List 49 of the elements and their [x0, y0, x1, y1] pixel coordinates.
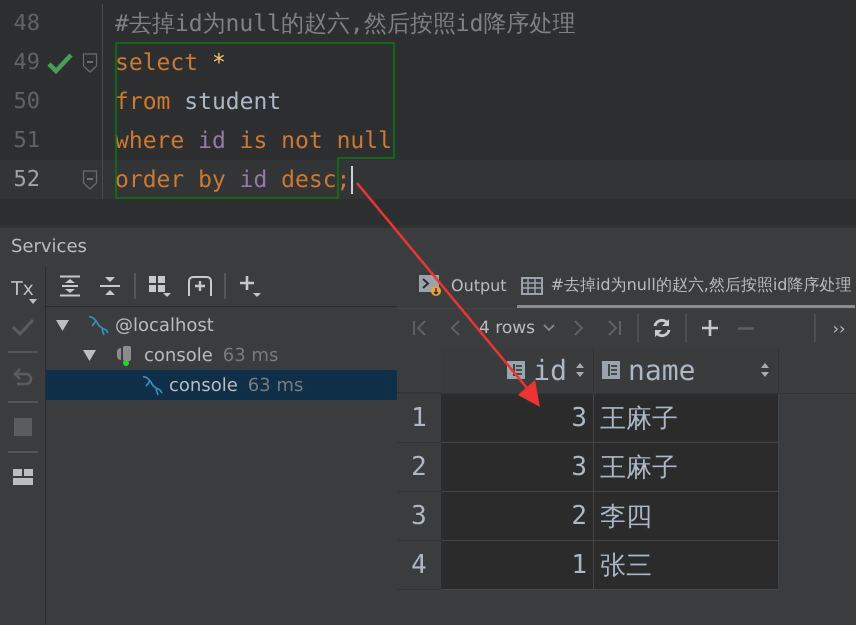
tree-item[interactable]: console 63 ms	[46, 370, 397, 400]
sort-icon[interactable]	[760, 362, 770, 378]
tree-item[interactable]: console 63 ms	[46, 340, 397, 370]
stop-icon	[14, 418, 32, 436]
dolphin-icon	[87, 314, 109, 336]
transaction-mode-button[interactable]: Tx	[2, 270, 42, 308]
rows-dropdown[interactable]: 4 rows	[479, 318, 555, 338]
panel-title: Services	[10, 235, 88, 259]
duration-label: 63 ms	[222, 344, 278, 366]
tree-label: @localhost	[115, 314, 214, 336]
chevron-down-icon	[543, 324, 555, 332]
expand-arrow-icon[interactable]	[56, 320, 69, 330]
code-line: where id is not null	[115, 128, 392, 154]
layout-icon	[12, 469, 32, 485]
collapse-all-icon	[99, 275, 121, 297]
table-cell: 3	[441, 394, 594, 443]
code-line: #去掉id为null的赵六,然后按照id降序处理	[115, 10, 576, 39]
table-cell: 2	[441, 492, 594, 541]
code-line: order by id desc;	[115, 166, 350, 192]
result-tab[interactable]: Output	[415, 266, 511, 308]
table-cell: 3	[441, 443, 594, 492]
result-tab[interactable]: #去掉id为null的赵六,然后按照id降序处理	[516, 266, 856, 308]
line-number: 52	[12, 167, 40, 192]
grid-icon	[148, 274, 172, 298]
table-cell: 张三	[594, 541, 779, 590]
expand-arrow-icon[interactable]	[83, 350, 96, 360]
sort-icon[interactable]	[575, 362, 585, 378]
table-cell: 1	[441, 541, 594, 590]
plus-icon	[238, 274, 262, 298]
fold-icon[interactable]	[82, 52, 98, 74]
table-cell: 王麻子	[594, 394, 779, 443]
check-icon	[10, 317, 34, 337]
duration-label: 63 ms	[248, 374, 304, 396]
column-icon	[602, 361, 620, 379]
tree-item[interactable]: @localhost	[46, 310, 397, 340]
tree-label: console	[169, 374, 238, 396]
dolphin-icon	[141, 374, 163, 396]
table-icon	[520, 276, 543, 294]
more-button[interactable]: ››	[826, 313, 852, 343]
add-frame-icon	[187, 275, 213, 297]
console-icon	[419, 274, 443, 296]
code-line: select *	[115, 50, 226, 76]
table-cell: 李四	[594, 492, 779, 541]
code-line: from student	[115, 88, 282, 114]
dropdown-icon	[28, 299, 36, 304]
tree-label: console	[144, 344, 213, 366]
table-cell: 王麻子	[594, 443, 779, 492]
undo-icon	[12, 366, 34, 388]
expand-all-icon	[59, 275, 81, 297]
